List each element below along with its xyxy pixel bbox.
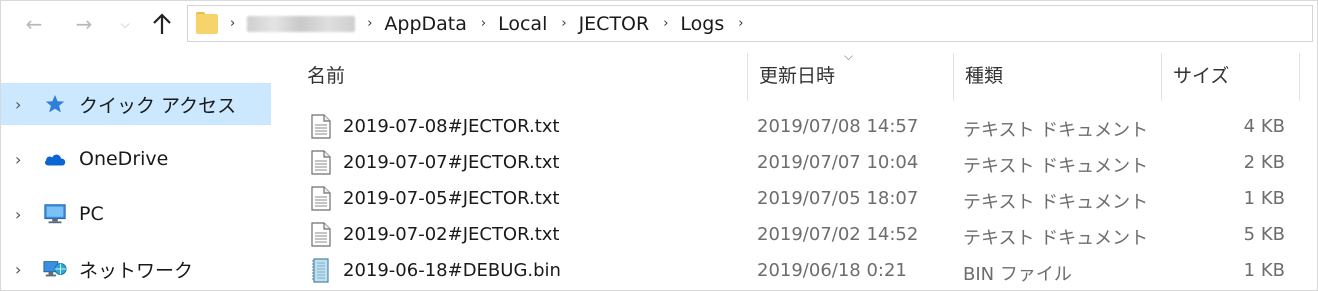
- file-name: 2019-07-08#JECTOR.txt: [343, 116, 560, 137]
- column-header-modified[interactable]: 更新日時: [759, 61, 835, 88]
- up-button[interactable]: [147, 9, 177, 39]
- file-row[interactable]: 2019-06-18#DEBUG.bin 2019/06/18 0:21 BIN…: [277, 253, 1307, 289]
- navigation-pane: › クイック アクセス › OneDrive › PC › ネットワーク: [1, 47, 277, 291]
- breadcrumb-separator-icon[interactable]: ›: [367, 16, 372, 31]
- text-file-icon: [311, 222, 331, 247]
- breadcrumb-local[interactable]: Local: [498, 13, 547, 35]
- breadcrumb: › › AppData › Local › JECTOR › Logs ›: [228, 13, 755, 35]
- breadcrumb-separator-icon[interactable]: ›: [663, 16, 668, 31]
- expand-chevron-icon[interactable]: ›: [15, 260, 21, 279]
- file-size: 2 KB: [1243, 152, 1285, 173]
- file-type: テキスト ドキュメント: [963, 192, 1149, 213]
- file-name: 2019-07-07#JECTOR.txt: [343, 152, 560, 173]
- file-size: 5 KB: [1243, 224, 1285, 245]
- folder-icon: [196, 11, 218, 34]
- file-row[interactable]: 2019-07-02#JECTOR.txt 2019/07/02 14:52 テ…: [277, 217, 1307, 253]
- expand-chevron-icon[interactable]: ›: [15, 95, 21, 114]
- file-type: BIN ファイル: [963, 264, 1072, 285]
- text-file-icon: [311, 150, 331, 175]
- expand-chevron-icon[interactable]: ›: [15, 205, 21, 224]
- file-modified: 2019/07/02 14:52: [757, 224, 919, 245]
- recent-locations-button[interactable]: ⌵: [115, 9, 135, 39]
- chevron-down-icon: ⌵: [120, 16, 130, 31]
- file-size: 1 KB: [1243, 188, 1285, 209]
- nav-item-network[interactable]: › ネットワーク: [1, 248, 271, 290]
- breadcrumb-separator-icon[interactable]: ›: [561, 16, 566, 31]
- column-header-name[interactable]: 名前: [307, 61, 345, 88]
- column-divider[interactable]: [1299, 53, 1300, 101]
- column-header-type[interactable]: 種類: [965, 61, 1003, 88]
- file-row[interactable]: 2019-07-08#JECTOR.txt 2019/07/08 14:57 テ…: [277, 109, 1307, 145]
- nav-item-label: PC: [79, 203, 104, 225]
- text-file-icon: [311, 114, 331, 139]
- file-type: テキスト ドキュメント: [963, 120, 1149, 141]
- file-size: 4 KB: [1243, 116, 1285, 137]
- file-list: 名前 更新日時 ⌵ 種類 サイズ 2019-07-08#JECTOR.txt 2…: [277, 47, 1318, 291]
- cloud-icon: [43, 148, 67, 170]
- column-header-size[interactable]: サイズ: [1173, 61, 1229, 88]
- file-row[interactable]: 2019-07-07#JECTOR.txt 2019/07/07 10:04 テ…: [277, 145, 1307, 181]
- breadcrumb-logs[interactable]: Logs: [680, 13, 724, 35]
- file-modified: 2019/07/08 14:57: [757, 116, 919, 137]
- address-bar[interactable]: › › AppData › Local › JECTOR › Logs ›: [187, 5, 1313, 42]
- file-modified: 2019/07/05 18:07: [757, 188, 919, 209]
- nav-item-quick-access[interactable]: › クイック アクセス: [1, 83, 271, 125]
- explorer-window: ← → ⌵ › › AppData › Local › JECTOR › Log…: [0, 0, 1318, 291]
- column-divider[interactable]: [1161, 53, 1162, 101]
- file-modified: 2019/07/07 10:04: [757, 152, 919, 173]
- binary-file-icon: [312, 258, 329, 283]
- redacted-user-crumb[interactable]: [247, 15, 356, 32]
- file-name: 2019-07-05#JECTOR.txt: [343, 188, 560, 209]
- arrow-right-icon: →: [75, 12, 93, 36]
- sort-descending-icon: ⌵: [844, 49, 854, 63]
- nav-item-label: ネットワーク: [79, 259, 194, 282]
- file-size: 1 KB: [1243, 260, 1285, 281]
- text-file-icon: [311, 186, 331, 211]
- expand-chevron-icon[interactable]: ›: [15, 150, 21, 169]
- computer-icon: [43, 203, 67, 225]
- file-modified: 2019/06/18 0:21: [757, 260, 907, 281]
- file-name: 2019-06-18#DEBUG.bin: [343, 260, 561, 281]
- arrow-left-icon: ←: [25, 12, 43, 36]
- file-type: テキスト ドキュメント: [963, 228, 1149, 249]
- breadcrumb-separator-icon[interactable]: ›: [738, 16, 743, 31]
- breadcrumb-separator-icon[interactable]: ›: [230, 16, 235, 31]
- breadcrumb-jector[interactable]: JECTOR: [579, 13, 650, 35]
- navigation-bar: ← → ⌵ › › AppData › Local › JECTOR › Log…: [1, 1, 1318, 47]
- arrow-up-icon: [153, 13, 171, 34]
- file-type: テキスト ドキュメント: [963, 156, 1149, 177]
- nav-item-pc[interactable]: › PC: [1, 193, 271, 235]
- nav-item-label: OneDrive: [79, 148, 169, 170]
- column-divider[interactable]: [953, 53, 954, 101]
- nav-item-label: クイック アクセス: [79, 94, 237, 117]
- nav-item-onedrive[interactable]: › OneDrive: [1, 138, 271, 180]
- back-button[interactable]: ←: [17, 9, 51, 39]
- file-row[interactable]: 2019-07-05#JECTOR.txt 2019/07/05 18:07 テ…: [277, 181, 1307, 217]
- network-icon: [43, 258, 67, 280]
- breadcrumb-separator-icon[interactable]: ›: [481, 16, 486, 31]
- star-icon: [43, 93, 67, 115]
- column-divider[interactable]: [747, 53, 748, 101]
- forward-button[interactable]: →: [67, 9, 101, 39]
- file-name: 2019-07-02#JECTOR.txt: [343, 224, 560, 245]
- breadcrumb-appdata[interactable]: AppData: [384, 13, 467, 35]
